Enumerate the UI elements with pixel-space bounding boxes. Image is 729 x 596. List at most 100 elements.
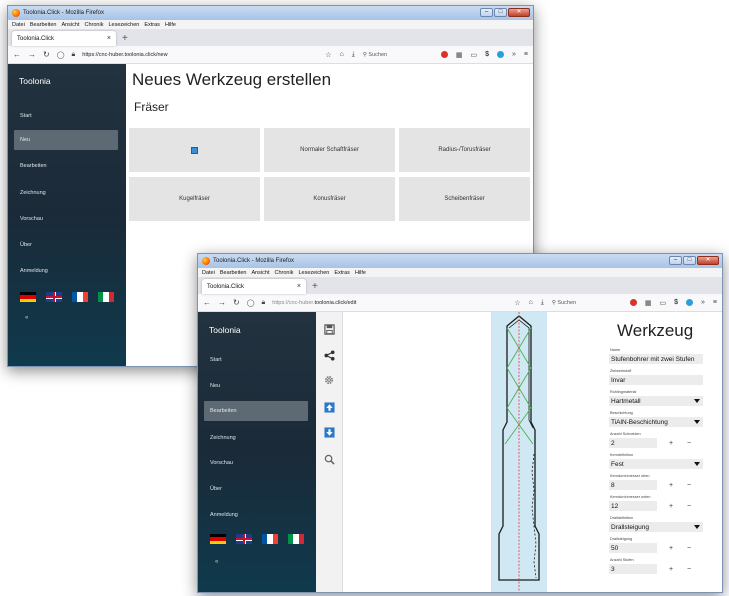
back-arrow-icon[interactable]: ← [203, 298, 211, 307]
name-field[interactable]: Stufenbohrer mit zwei Stufen [609, 354, 703, 364]
flag-uk-icon[interactable] [46, 292, 62, 302]
home-icon[interactable]: ⌂ [340, 51, 344, 58]
flag-de-icon[interactable] [20, 292, 36, 302]
forward-arrow-icon[interactable]: → [218, 298, 226, 307]
tab-close-icon[interactable]: × [107, 35, 111, 42]
shield-icon[interactable]: ◯ [247, 299, 255, 307]
back-arrow-icon[interactable]: ← [13, 50, 21, 59]
core-top-plus-button[interactable]: + [664, 480, 678, 490]
maximize-icon[interactable]: □ [494, 8, 507, 17]
tab-close-icon[interactable]: × [297, 283, 301, 290]
back-nav-bearbeiten[interactable]: Bearbeiten [14, 156, 118, 176]
dollar-icon[interactable]: $ [485, 51, 489, 58]
coating-select[interactable]: TiAlN-Beschichtung [609, 417, 703, 427]
steps-field[interactable]: 3 [609, 564, 657, 574]
extension-grid-icon[interactable]: ▦ [456, 51, 463, 59]
tile-konusfraeser[interactable]: Konusfräser [264, 177, 395, 221]
overflow-icon[interactable]: » [512, 51, 516, 58]
tool-drawing-canvas[interactable] [343, 312, 605, 592]
back-collapse-icon[interactable]: « [25, 315, 28, 321]
close-icon[interactable]: ✕ [508, 8, 530, 17]
shield-icon[interactable]: ◯ [57, 51, 65, 59]
download-icon[interactable]: ⤓ [352, 51, 355, 59]
back-nav-vorschau[interactable]: Vorschau [14, 209, 118, 229]
menu-hilfe[interactable]: Hilfe [165, 22, 176, 28]
flag-uk-icon[interactable] [236, 534, 252, 544]
tile-normaler-schaftfraeser[interactable]: Normaler Schaftfräser [264, 128, 395, 172]
menu-datei[interactable]: Datei [202, 270, 215, 276]
front-nav-anmeldung[interactable]: Anmeldung [204, 505, 308, 525]
front-nav-bearbeiten[interactable]: Bearbeiten [204, 401, 308, 421]
zoom-button[interactable] [322, 452, 336, 466]
front-nav-ueber[interactable]: Über [204, 479, 308, 499]
reload-icon[interactable]: ↻ [233, 298, 240, 307]
back-search-field[interactable]: ⚲ Suchen [363, 52, 433, 58]
core-bottom-field[interactable]: 12 [609, 501, 657, 511]
back-url-bar[interactable]: https://cnc-huber.toolonia.click/new [82, 52, 167, 58]
reload-icon[interactable]: ↻ [43, 50, 50, 59]
extension-red-icon[interactable] [629, 299, 637, 306]
close-icon[interactable]: ✕ [697, 256, 719, 265]
flag-fr-icon[interactable] [72, 292, 88, 302]
core-bottom-minus-button[interactable]: − [682, 501, 696, 511]
back-nav-start[interactable]: Start [14, 106, 118, 126]
flag-it-icon[interactable] [288, 534, 304, 544]
back-nav-ueber[interactable]: Über [14, 235, 118, 255]
menu-lesezeichen[interactable]: Lesezeichen [298, 270, 329, 276]
twist-select[interactable]: Drallsteigung [609, 522, 703, 532]
pitch-plus-button[interactable]: + [664, 543, 678, 553]
menu-bearbeiten[interactable]: Bearbeiten [220, 270, 247, 276]
flag-it-icon[interactable] [98, 292, 114, 302]
save-button[interactable] [322, 322, 336, 336]
star-icon[interactable]: ☆ [325, 51, 331, 59]
cutters-field[interactable]: 2 [609, 438, 657, 448]
new-tab-icon[interactable]: + [122, 33, 128, 44]
minimize-icon[interactable]: – [480, 8, 493, 17]
front-url-bar[interactable]: https://cnc-huber.toolonia.click/edit [272, 300, 356, 306]
forward-arrow-icon[interactable]: → [28, 50, 36, 59]
reader-icon[interactable]: ▭ [659, 299, 666, 307]
menu-hilfe[interactable]: Hilfe [355, 270, 366, 276]
core-top-field[interactable]: 8 [609, 480, 657, 490]
front-nav-vorschau[interactable]: Vorschau [204, 453, 308, 473]
core-top-minus-button[interactable]: − [682, 480, 696, 490]
base-material-select[interactable]: Hartmetall [609, 396, 703, 406]
download-icon[interactable]: ⤓ [541, 299, 544, 307]
menu-datei[interactable]: Datei [12, 22, 25, 28]
pitch-field[interactable]: 50 [609, 543, 657, 553]
download-button[interactable] [322, 425, 336, 439]
menu-bearbeiten[interactable]: Bearbeiten [30, 22, 57, 28]
menu-chronik[interactable]: Chronik [85, 22, 104, 28]
back-nav-neu[interactable]: Neu [14, 130, 118, 150]
minimize-icon[interactable]: – [669, 256, 682, 265]
tile-kugelfraeser[interactable]: Kugelfräser [129, 177, 260, 221]
extension-blue-icon[interactable] [686, 299, 693, 306]
share-button[interactable] [322, 348, 336, 362]
steps-plus-button[interactable]: + [664, 564, 678, 574]
front-collapse-icon[interactable]: « [215, 559, 218, 565]
back-nav-zeichnung[interactable]: Zeichnung [14, 183, 118, 203]
maximize-icon[interactable]: □ [683, 256, 696, 265]
tile-generic-tool[interactable] [129, 128, 260, 172]
menu-ansicht[interactable]: Ansicht [61, 22, 79, 28]
reader-icon[interactable]: ▭ [470, 51, 477, 59]
front-nav-start[interactable]: Start [204, 350, 308, 370]
extension-blue-icon[interactable] [497, 51, 504, 58]
back-nav-anmeldung[interactable]: Anmeldung [14, 261, 118, 281]
pitch-minus-button[interactable]: − [682, 543, 696, 553]
extension-grid-icon[interactable]: ▦ [645, 299, 652, 307]
steps-minus-button[interactable]: − [682, 564, 696, 574]
menu-icon[interactable]: ≡ [524, 51, 528, 58]
front-nav-neu[interactable]: Neu [204, 376, 308, 396]
menu-lesezeichen[interactable]: Lesezeichen [108, 22, 139, 28]
extension-red-icon[interactable] [440, 51, 448, 58]
settings-button[interactable] [322, 373, 336, 387]
menu-chronik[interactable]: Chronik [275, 270, 294, 276]
cutters-minus-button[interactable]: − [682, 438, 696, 448]
menu-extras[interactable]: Extras [334, 270, 350, 276]
overflow-icon[interactable]: » [701, 299, 705, 306]
back-browser-tab[interactable]: Toolonia.Click × [12, 31, 116, 46]
front-browser-tab[interactable]: Toolonia.Click × [202, 279, 306, 294]
star-icon[interactable]: ☆ [514, 299, 520, 307]
tile-scheibenfraeser[interactable]: Scheibenfräser [399, 177, 530, 221]
